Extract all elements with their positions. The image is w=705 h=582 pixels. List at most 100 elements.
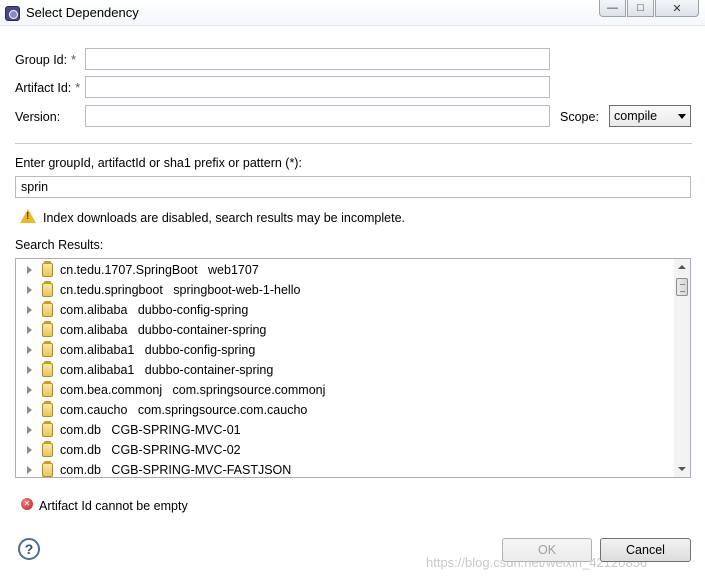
expand-arrow-icon[interactable] bbox=[27, 366, 32, 374]
separator bbox=[15, 143, 692, 144]
expand-arrow-icon[interactable] bbox=[27, 286, 32, 294]
result-group-id: com.alibaba bbox=[60, 323, 128, 337]
result-artifact-id: dubbo-container-spring bbox=[144, 363, 274, 377]
jar-icon bbox=[42, 461, 53, 477]
jar-icon bbox=[42, 361, 53, 377]
result-row[interactable]: cn.tedu.springboot springboot-web-1-hell… bbox=[16, 280, 676, 300]
expand-arrow-icon[interactable] bbox=[27, 306, 32, 314]
result-row[interactable]: com.alibaba1 dubbo-config-spring bbox=[16, 340, 676, 360]
search-results-label: Search Results: bbox=[15, 238, 104, 252]
result-group-id: com.db bbox=[60, 463, 101, 477]
result-label: com.alibaba dubbo-config-spring bbox=[60, 303, 248, 317]
jar-icon bbox=[42, 281, 53, 297]
result-row[interactable]: com.alibaba1 dubbo-container-spring bbox=[16, 360, 676, 380]
expand-arrow-icon[interactable] bbox=[27, 446, 32, 454]
jar-icon bbox=[42, 421, 53, 437]
error-message: Artifact Id cannot be empty bbox=[39, 499, 188, 513]
jar-icon bbox=[42, 341, 53, 357]
warning-icon-mark: ! bbox=[26, 211, 30, 222]
result-group-id: com.db bbox=[60, 423, 101, 437]
search-label: Enter groupId, artifactId or sha1 prefix… bbox=[15, 156, 302, 170]
result-label: com.db CGB-SPRING-MVC-FASTJSON bbox=[60, 463, 291, 477]
jar-icon bbox=[42, 381, 53, 397]
jar-icon bbox=[42, 441, 53, 457]
result-row[interactable]: com.bea.commonj com.springsource.commonj bbox=[16, 380, 676, 400]
result-row[interactable]: com.db CGB-SPRING-MVC-02 bbox=[16, 440, 676, 460]
result-group-id: com.db bbox=[60, 443, 101, 457]
title-bar: Select Dependency — □ ✕ bbox=[0, 0, 705, 26]
result-row[interactable]: com.db CGB-SPRING-MVC-FASTJSON bbox=[16, 460, 676, 477]
group-id-label: Group Id: * bbox=[15, 53, 76, 67]
error-icon: ✕ bbox=[21, 498, 33, 510]
dialog-app-icon bbox=[5, 6, 20, 21]
result-group-id: com.bea.commonj bbox=[60, 383, 163, 397]
required-marker: * bbox=[71, 53, 76, 67]
minimize-icon: — bbox=[607, 2, 618, 14]
result-label: com.alibaba dubbo-container-spring bbox=[60, 323, 266, 337]
jar-icon bbox=[42, 301, 53, 317]
result-group-id: cn.tedu.1707.SpringBoot bbox=[60, 263, 198, 277]
version-input[interactable] bbox=[85, 105, 550, 127]
chevron-down-icon bbox=[678, 114, 686, 119]
expand-arrow-icon[interactable] bbox=[27, 326, 32, 334]
result-group-id: com.caucho bbox=[60, 403, 128, 417]
result-group-id: com.alibaba1 bbox=[60, 363, 135, 377]
artifact-id-label: Artifact Id: * bbox=[15, 81, 81, 95]
result-artifact-id: CGB-SPRING-MVC-FASTJSON bbox=[111, 463, 292, 477]
result-group-id: com.alibaba bbox=[60, 303, 128, 317]
result-row[interactable]: com.db CGB-SPRING-MVC-01 bbox=[16, 420, 676, 440]
dialog-title: Select Dependency bbox=[26, 5, 139, 20]
expand-arrow-icon[interactable] bbox=[27, 266, 32, 274]
help-icon[interactable]: ? bbox=[18, 538, 40, 560]
result-artifact-id: CGB-SPRING-MVC-01 bbox=[111, 423, 241, 437]
scope-label: Scope: bbox=[560, 110, 599, 124]
result-group-id: cn.tedu.springboot bbox=[60, 283, 163, 297]
results-scrollbar[interactable] bbox=[674, 259, 690, 477]
close-icon: ✕ bbox=[672, 2, 682, 15]
result-label: com.alibaba1 dubbo-config-spring bbox=[60, 343, 255, 357]
close-button[interactable]: ✕ bbox=[655, 0, 699, 17]
result-group-id: com.alibaba1 bbox=[60, 343, 135, 357]
result-artifact-id: CGB-SPRING-MVC-02 bbox=[111, 443, 241, 457]
result-label: com.caucho com.springsource.com.caucho bbox=[60, 403, 307, 417]
expand-arrow-icon[interactable] bbox=[27, 346, 32, 354]
result-artifact-id: dubbo-container-spring bbox=[137, 323, 267, 337]
version-label: Version: bbox=[15, 110, 61, 124]
scrollbar-thumb[interactable] bbox=[676, 278, 688, 296]
result-artifact-id: dubbo-config-spring bbox=[137, 303, 249, 317]
scroll-down-icon[interactable] bbox=[674, 461, 690, 477]
result-label: com.alibaba1 dubbo-container-spring bbox=[60, 363, 273, 377]
result-artifact-id: springboot-web-1-hello bbox=[173, 283, 301, 297]
group-id-input[interactable] bbox=[85, 48, 550, 70]
scroll-up-icon[interactable] bbox=[674, 259, 690, 275]
expand-arrow-icon[interactable] bbox=[27, 406, 32, 414]
expand-arrow-icon[interactable] bbox=[27, 386, 32, 394]
result-label: cn.tedu.1707.SpringBoot web1707 bbox=[60, 263, 259, 277]
maximize-icon: □ bbox=[637, 2, 644, 14]
result-row[interactable]: cn.tedu.1707.SpringBoot web1707 bbox=[16, 260, 676, 280]
jar-icon bbox=[42, 401, 53, 417]
maximize-button[interactable]: □ bbox=[627, 0, 654, 17]
search-results-tree[interactable]: cn.tedu.1707.SpringBoot web1707 cn.tedu.s… bbox=[15, 258, 691, 478]
artifact-id-input[interactable] bbox=[85, 76, 550, 98]
result-label: cn.tedu.springboot springboot-web-1-hell… bbox=[60, 283, 300, 297]
result-row[interactable]: com.alibaba dubbo-container-spring bbox=[16, 320, 676, 340]
result-label: com.bea.commonj com.springsource.commonj bbox=[60, 383, 325, 397]
result-artifact-id: com.springsource.com.caucho bbox=[137, 403, 308, 417]
window-controls: — □ ✕ bbox=[598, 0, 699, 17]
ok-button[interactable]: OK bbox=[502, 538, 592, 562]
scope-select[interactable]: compile bbox=[609, 105, 691, 127]
required-marker: * bbox=[75, 81, 81, 95]
result-artifact-id: com.springsource.commonj bbox=[172, 383, 326, 397]
result-row[interactable]: com.alibaba dubbo-config-spring bbox=[16, 300, 676, 320]
index-warning-text: Index downloads are disabled, search res… bbox=[43, 211, 406, 225]
result-label: com.db CGB-SPRING-MVC-02 bbox=[60, 443, 241, 457]
expand-arrow-icon[interactable] bbox=[27, 466, 32, 474]
cancel-button[interactable]: Cancel bbox=[600, 538, 691, 562]
result-row[interactable]: com.caucho com.springsource.com.caucho bbox=[16, 400, 676, 420]
minimize-button[interactable]: — bbox=[599, 0, 626, 17]
expand-arrow-icon[interactable] bbox=[27, 426, 32, 434]
search-input[interactable] bbox=[15, 176, 691, 198]
result-artifact-id: web1707 bbox=[208, 263, 259, 277]
scope-selected-value: compile bbox=[614, 109, 658, 123]
